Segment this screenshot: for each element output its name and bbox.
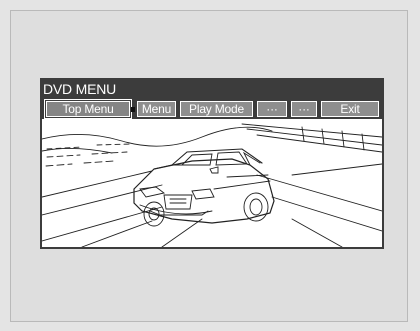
more-options-button-1[interactable]: ··· xyxy=(257,101,287,117)
dvd-menu-screen: DVD MENU Top Menu Menu Play Mode ··· ···… xyxy=(40,78,384,249)
menu-title: DVD MENU xyxy=(42,80,382,99)
menu-button[interactable]: Menu xyxy=(137,101,176,117)
play-mode-button[interactable]: Play Mode xyxy=(180,101,253,117)
selection-connector xyxy=(131,107,135,112)
exit-button[interactable]: Exit xyxy=(321,101,379,117)
top-menu-button[interactable]: Top Menu xyxy=(44,99,132,119)
car-illustration xyxy=(42,123,382,247)
menu-bar: Top Menu Menu Play Mode ··· ··· Exit xyxy=(42,99,382,119)
more-options-button-2[interactable]: ··· xyxy=(291,101,317,117)
